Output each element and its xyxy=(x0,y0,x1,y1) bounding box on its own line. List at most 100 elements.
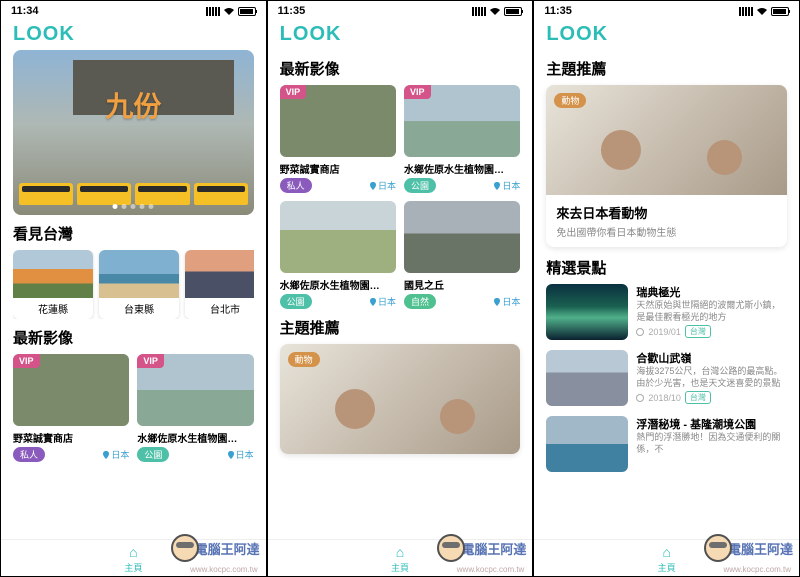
app-logo: LOOK xyxy=(534,19,799,50)
video-location: 日本 xyxy=(103,448,129,461)
phone-screen-2: 11:35 LOOK 最新影像 VIP 野菜誠實商店 私人日本 VIP 水鄉佐原… xyxy=(268,1,533,576)
vip-badge: VIP xyxy=(404,85,431,99)
spot-image xyxy=(546,284,628,340)
watermark-url: www.kocpc.com.tw xyxy=(723,565,791,574)
spot-row[interactable]: 浮潛秘境 - 基隆潮境公園 熱門的浮潛勝地！因為交通便利的關係，不 xyxy=(546,416,787,472)
category-tag: 公園 xyxy=(404,178,436,193)
clock-icon xyxy=(636,394,644,402)
video-title: 野菜誠實商店 xyxy=(13,430,129,445)
spot-meta: 2018/10台灣 xyxy=(636,391,787,404)
video-row: VIP 野菜誠實商店 私人日本 VIP 水鄉佐原水生植物園… 公園日本 xyxy=(280,85,521,193)
status-time: 11:34 xyxy=(11,5,39,17)
phone-screen-1: 11:34 LOOK 九份 看見台灣 花蓮縣 台東縣 xyxy=(1,1,266,576)
spot-title: 浮潛秘境 - 基隆潮境公園 xyxy=(636,416,787,432)
spot-title: 合歡山武嶺 xyxy=(636,350,787,366)
tab-home[interactable]: ⌂主頁 xyxy=(391,544,409,574)
app-logo: LOOK xyxy=(268,19,533,50)
video-card[interactable]: 國見之丘 自然日本 xyxy=(404,201,520,309)
app-logo: LOOK xyxy=(1,19,266,50)
section-header-theme: 主題推薦 xyxy=(280,317,521,338)
status-bar: 11:34 xyxy=(1,1,266,19)
content-area[interactable]: 九份 看見台灣 花蓮縣 台東縣 台北市 最新影像 VIP 野菜誠實商店 私人日 xyxy=(1,50,266,539)
video-title: 水鄉佐原水生植物園… xyxy=(404,161,520,176)
battery-icon xyxy=(238,7,256,16)
status-bar: 11:35 xyxy=(534,1,799,19)
theme-desc: 免出國帶你看日本動物生態 xyxy=(556,224,777,239)
spot-image xyxy=(546,416,628,472)
tab-home[interactable]: ⌂主頁 xyxy=(658,544,676,574)
section-header-latest: 最新影像 xyxy=(280,58,521,79)
location-label: 花蓮縣 xyxy=(13,298,93,319)
status-right xyxy=(206,7,256,16)
video-location: 日本 xyxy=(228,448,254,461)
home-icon: ⌂ xyxy=(129,544,137,560)
spot-desc: 熱門的浮潛勝地！因為交通便利的關係，不 xyxy=(636,432,787,455)
hero-title: 九份 xyxy=(105,85,161,125)
content-area[interactable]: 最新影像 VIP 野菜誠實商店 私人日本 VIP 水鄉佐原水生植物園… 公園日本… xyxy=(268,50,533,539)
spot-desc: 天然原始與世隔絕的波爾尤斯小鎮，是最佳觀看極光的地方 xyxy=(636,300,787,323)
video-row: 水鄉佐原水生植物園… 公園日本 國見之丘 自然日本 xyxy=(280,201,521,309)
status-bar: 11:35 xyxy=(268,1,533,19)
video-title: 野菜誠實商店 xyxy=(280,161,396,176)
video-card[interactable]: VIP 野菜誠實商店 私人 日本 xyxy=(13,354,129,462)
video-card[interactable]: VIP 水鄉佐原水生植物園… 公園 日本 xyxy=(137,354,253,462)
theme-title: 來去日本看動物 xyxy=(556,203,777,222)
screenshot-triptych: 11:34 LOOK 九份 看見台灣 花蓮縣 台東縣 xyxy=(0,0,800,577)
section-header-taiwan: 看見台灣 xyxy=(13,223,254,244)
theme-image: 動物 xyxy=(280,344,521,454)
location-card[interactable]: 花蓮縣 xyxy=(13,250,93,319)
spot-row[interactable]: 瑞典極光 天然原始與世隔絕的波爾尤斯小鎮，是最佳觀看極光的地方 2019/01台… xyxy=(546,284,787,340)
section-header-theme: 主題推薦 xyxy=(546,58,787,79)
vip-badge: VIP xyxy=(280,85,307,99)
video-title: 水鄉佐原水生植物園… xyxy=(280,277,396,292)
content-area[interactable]: 主題推薦 動物 來去日本看動物 免出國帶你看日本動物生態 精選景點 瑞典極光 天… xyxy=(534,50,799,539)
video-card[interactable]: VIP 水鄉佐原水生植物園… 公園日本 xyxy=(404,85,520,193)
clock-icon xyxy=(636,328,644,336)
battery-icon xyxy=(504,7,522,16)
category-tag: 動物 xyxy=(288,352,320,367)
video-title: 水鄉佐原水生植物園… xyxy=(137,430,253,445)
location-strip[interactable]: 花蓮縣 台東縣 台北市 xyxy=(13,250,254,319)
status-time: 11:35 xyxy=(544,5,572,17)
category-tag: 私人 xyxy=(280,178,312,193)
hero-carousel[interactable]: 九份 xyxy=(13,50,254,215)
wifi-icon xyxy=(223,7,235,16)
video-card[interactable]: 水鄉佐原水生植物園… 公園日本 xyxy=(280,201,396,309)
spot-meta: 2019/01台灣 xyxy=(636,325,787,338)
video-card[interactable]: VIP 野菜誠實商店 私人日本 xyxy=(280,85,396,193)
home-icon: ⌂ xyxy=(662,544,670,560)
phone-screen-3: 11:35 LOOK 主題推薦 動物 來去日本看動物 免出國帶你看日本動物生態 … xyxy=(534,1,799,576)
hero-scene xyxy=(13,183,254,205)
home-icon: ⌂ xyxy=(396,544,404,560)
wifi-icon xyxy=(489,7,501,16)
location-card[interactable]: 台東縣 xyxy=(99,250,179,319)
category-tag: 自然 xyxy=(404,294,436,309)
watermark-url: www.kocpc.com.tw xyxy=(190,565,258,574)
spot-row[interactable]: 合歡山武嶺 海拔3275公尺，台灣公路的最高點。由於少光害，也是天文迷喜愛的景點… xyxy=(546,350,787,406)
theme-image: 動物 xyxy=(546,85,787,195)
theme-card[interactable]: 動物 來去日本看動物 免出國帶你看日本動物生態 xyxy=(546,85,787,247)
category-tag: 私人 xyxy=(13,447,45,462)
carousel-dots[interactable] xyxy=(113,204,154,209)
signal-icon xyxy=(739,7,753,16)
tab-home[interactable]: ⌂主頁 xyxy=(124,544,142,574)
signal-icon xyxy=(206,7,220,16)
status-time: 11:35 xyxy=(278,5,306,17)
section-header-latest: 最新影像 xyxy=(13,327,254,348)
location-card[interactable]: 台北市 xyxy=(185,250,254,319)
spot-image xyxy=(546,350,628,406)
location-label: 台東縣 xyxy=(99,298,179,319)
vip-badge: VIP xyxy=(13,354,40,368)
spot-desc: 海拔3275公尺，台灣公路的最高點。由於少光害，也是天文迷喜愛的景點 xyxy=(636,366,787,389)
theme-card[interactable]: 動物 xyxy=(280,344,521,454)
video-row: VIP 野菜誠實商店 私人日本 VIP 水鄉佐原水生植物園… 公園日本 xyxy=(13,354,254,462)
spot-title: 瑞典極光 xyxy=(636,284,787,300)
section-header-spots: 精選景點 xyxy=(546,257,787,278)
location-label: 台北市 xyxy=(185,298,254,319)
category-tag: 公園 xyxy=(280,294,312,309)
watermark-url: www.kocpc.com.tw xyxy=(457,565,525,574)
category-tag: 公園 xyxy=(137,447,169,462)
vip-badge: VIP xyxy=(137,354,164,368)
battery-icon xyxy=(771,7,789,16)
category-tag: 動物 xyxy=(554,93,586,108)
